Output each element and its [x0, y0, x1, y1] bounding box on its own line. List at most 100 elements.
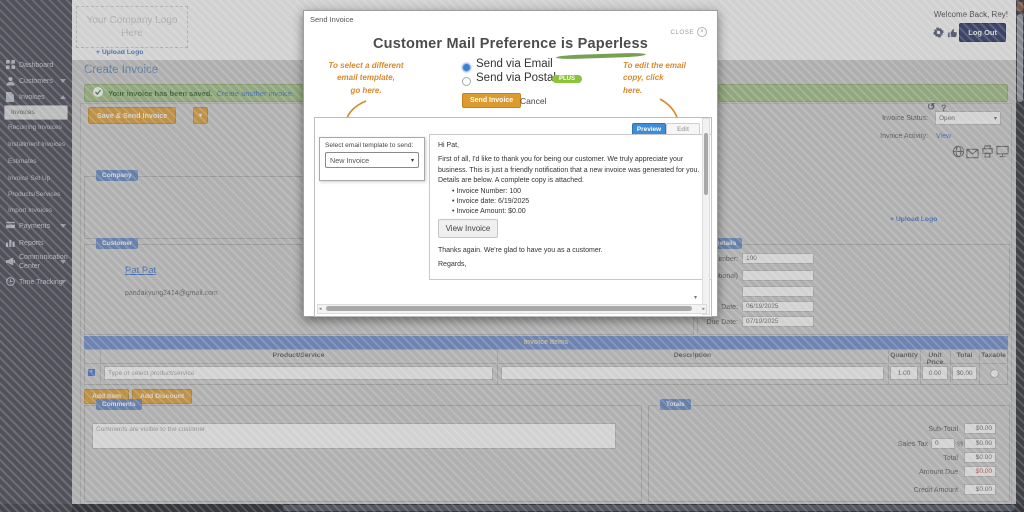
- company-logo-placeholder[interactable]: Your Company Logo Here: [76, 6, 188, 48]
- email-greeting: Hi Pat,: [438, 142, 459, 149]
- scrollbar-thumb[interactable]: [704, 133, 708, 195]
- scrollbar-thumb[interactable]: [326, 306, 692, 311]
- sidebar-item-customers[interactable]: Customers: [0, 76, 72, 86]
- column-description: Description: [497, 352, 888, 359]
- time-icon: [6, 277, 15, 287]
- thumbs-up-icon[interactable]: [947, 25, 958, 43]
- invoice-status-select[interactable]: Open ▾: [935, 111, 1001, 125]
- comments-textarea[interactable]: Comments are visible to the customer: [92, 423, 616, 449]
- quantity-input[interactable]: 1.00: [890, 366, 918, 380]
- product-service-input[interactable]: Type or select product/service: [104, 366, 493, 380]
- banner-message: Your invoice has been saved.: [108, 89, 212, 98]
- date-value: 06/19/2025: [746, 303, 779, 310]
- quantity-value: 1.00: [898, 370, 911, 377]
- sidebar-item-reports[interactable]: Reports: [0, 238, 72, 248]
- sidebar-subitem-estimates[interactable]: Estimates: [8, 158, 68, 165]
- customer-section-tag: Customer: [96, 238, 138, 249]
- globe-icon[interactable]: [952, 145, 965, 163]
- preview-horizontal-scrollbar[interactable]: ◂ ▸: [317, 304, 707, 314]
- template-select-value: New Invoice: [330, 156, 369, 165]
- bullet-text: Invoice Number: 100: [456, 188, 521, 195]
- send-via-email-radio[interactable]: [462, 63, 471, 72]
- invoice-status-value: Open: [939, 115, 955, 122]
- send-via-email-label[interactable]: Send via Email: [476, 58, 553, 70]
- chevron-down-icon: [60, 224, 66, 228]
- unit-price-input[interactable]: 0.00: [922, 366, 948, 380]
- optional-field[interactable]: [742, 270, 814, 281]
- save-send-invoice-button[interactable]: Save & Send Invoice: [88, 107, 176, 124]
- gear-icon[interactable]: [933, 25, 944, 43]
- template-select[interactable]: New Invoice ▾: [325, 152, 419, 168]
- mail-icon[interactable]: [966, 146, 979, 164]
- cancel-link[interactable]: Cancel: [520, 96, 546, 106]
- taxable-radio[interactable]: [990, 369, 999, 378]
- due-date-field[interactable]: 07/19/2025: [742, 316, 814, 327]
- sales-tax-rate-input[interactable]: 0: [931, 438, 955, 449]
- sidebar-item-label: Communication Center: [19, 253, 63, 271]
- email-paragraph: First of all, I'd like to thank you for …: [438, 155, 702, 187]
- sidebar-item-dashboard[interactable]: Dashboard: [0, 60, 72, 70]
- modal-title: Send Invoice: [310, 15, 353, 24]
- communication-icon: [6, 257, 15, 267]
- sidebar: Dashboard Customers Invoices Invoices Re…: [0, 0, 72, 512]
- horizontal-scrollbar[interactable]: [0, 504, 1024, 512]
- reports-icon: [6, 238, 15, 248]
- invoice-logo-placeholder[interactable]: Your Company Logo Here: [866, 166, 960, 214]
- sidebar-item-time-tracking[interactable]: Time Tracking: [0, 277, 72, 287]
- sales-tax-label: Sales Tax: [800, 441, 928, 448]
- sidebar-subitem-products-services[interactable]: Products/Services: [8, 191, 68, 198]
- view-invoice-button[interactable]: View Invoice: [438, 219, 498, 238]
- vertical-scrollbar[interactable]: [1016, 0, 1024, 512]
- chevron-down-icon: ▾: [994, 115, 997, 122]
- scrollbar-thumb[interactable]: [1017, 14, 1023, 102]
- sidebar-item-payments[interactable]: Payments: [0, 221, 72, 231]
- date-field[interactable]: 06/19/2025: [742, 301, 814, 312]
- invoice-upload-logo-link[interactable]: + Upload Logo: [890, 216, 937, 223]
- welcome-text: Welcome Back, Rey!: [934, 10, 1008, 19]
- sidebar-subitem-import-invoices[interactable]: Import Invoices: [8, 207, 68, 214]
- credit-amount-label: Credit Amount: [830, 487, 958, 494]
- email-regards: Regards,: [438, 261, 466, 268]
- template-select-label: Select email template to send:: [325, 142, 424, 149]
- send-via-postal-label[interactable]: Send via Postal: [476, 72, 556, 84]
- banner-link[interactable]: Create another invoice.: [216, 89, 294, 98]
- scrollbar-up-arrow[interactable]: [1017, 2, 1023, 11]
- send-invoice-button[interactable]: Send Invoice: [462, 93, 521, 108]
- extra-field[interactable]: [742, 286, 814, 297]
- send-via-postal-radio[interactable]: [462, 77, 471, 86]
- sidebar-item-invoices[interactable]: Invoices: [0, 92, 72, 102]
- sales-tax-amount-value: $0.00: [976, 440, 992, 447]
- column-unit-price: Unit Price: [920, 352, 950, 366]
- sidebar-subitem-installment-invoices[interactable]: Installment Invoices: [8, 141, 68, 148]
- column-taxable: Taxable: [979, 352, 1008, 359]
- product-service-placeholder: Type or select product/service: [108, 370, 194, 377]
- sidebar-item-communication-center[interactable]: Communication Center: [0, 253, 72, 271]
- scroll-right-arrow[interactable]: ▸: [702, 306, 705, 312]
- sidebar-subitem-recurring-invoices[interactable]: Recurring Invoices: [8, 124, 68, 131]
- sidebar-item-label: Customers: [19, 78, 53, 85]
- logout-button[interactable]: Log Out: [959, 23, 1006, 42]
- scrollbar-thumb[interactable]: [283, 505, 1015, 511]
- delete-row-icon[interactable]: ×: [88, 369, 95, 376]
- upload-logo-link[interactable]: + Upload Logo: [96, 49, 143, 56]
- scroll-left-arrow[interactable]: ◂: [319, 306, 322, 312]
- column-total: Total: [950, 352, 979, 359]
- left-annotation: To select a different email template, go…: [322, 60, 410, 97]
- logo-text: Your Company Logo Here: [867, 178, 959, 203]
- save-send-dropdown-button[interactable]: ▾: [193, 107, 208, 124]
- customer-name-link[interactable]: Pat Pat: [125, 265, 156, 276]
- total-field: $0.00: [964, 452, 996, 463]
- sidebar-subitem-invoices[interactable]: Invoices: [4, 105, 68, 120]
- invoice-number-field[interactable]: 100: [742, 253, 814, 264]
- sales-tax-amount-field: $0.00: [964, 438, 996, 449]
- description-input[interactable]: [501, 366, 884, 380]
- printer-icon[interactable]: [981, 145, 994, 163]
- sidebar-subitem-invoice-set-up[interactable]: Invoice Set Up: [8, 175, 68, 182]
- unit-price-value: 0.00: [929, 370, 942, 377]
- preview-vertical-scrollbar[interactable]: [702, 118, 710, 315]
- monitor-icon[interactable]: [996, 145, 1009, 163]
- amount-due-field: $0.00: [964, 466, 996, 477]
- invoice-activity-link[interactable]: View: [936, 133, 951, 140]
- scroll-down-arrow[interactable]: ▾: [694, 294, 697, 301]
- check-icon: [93, 87, 103, 99]
